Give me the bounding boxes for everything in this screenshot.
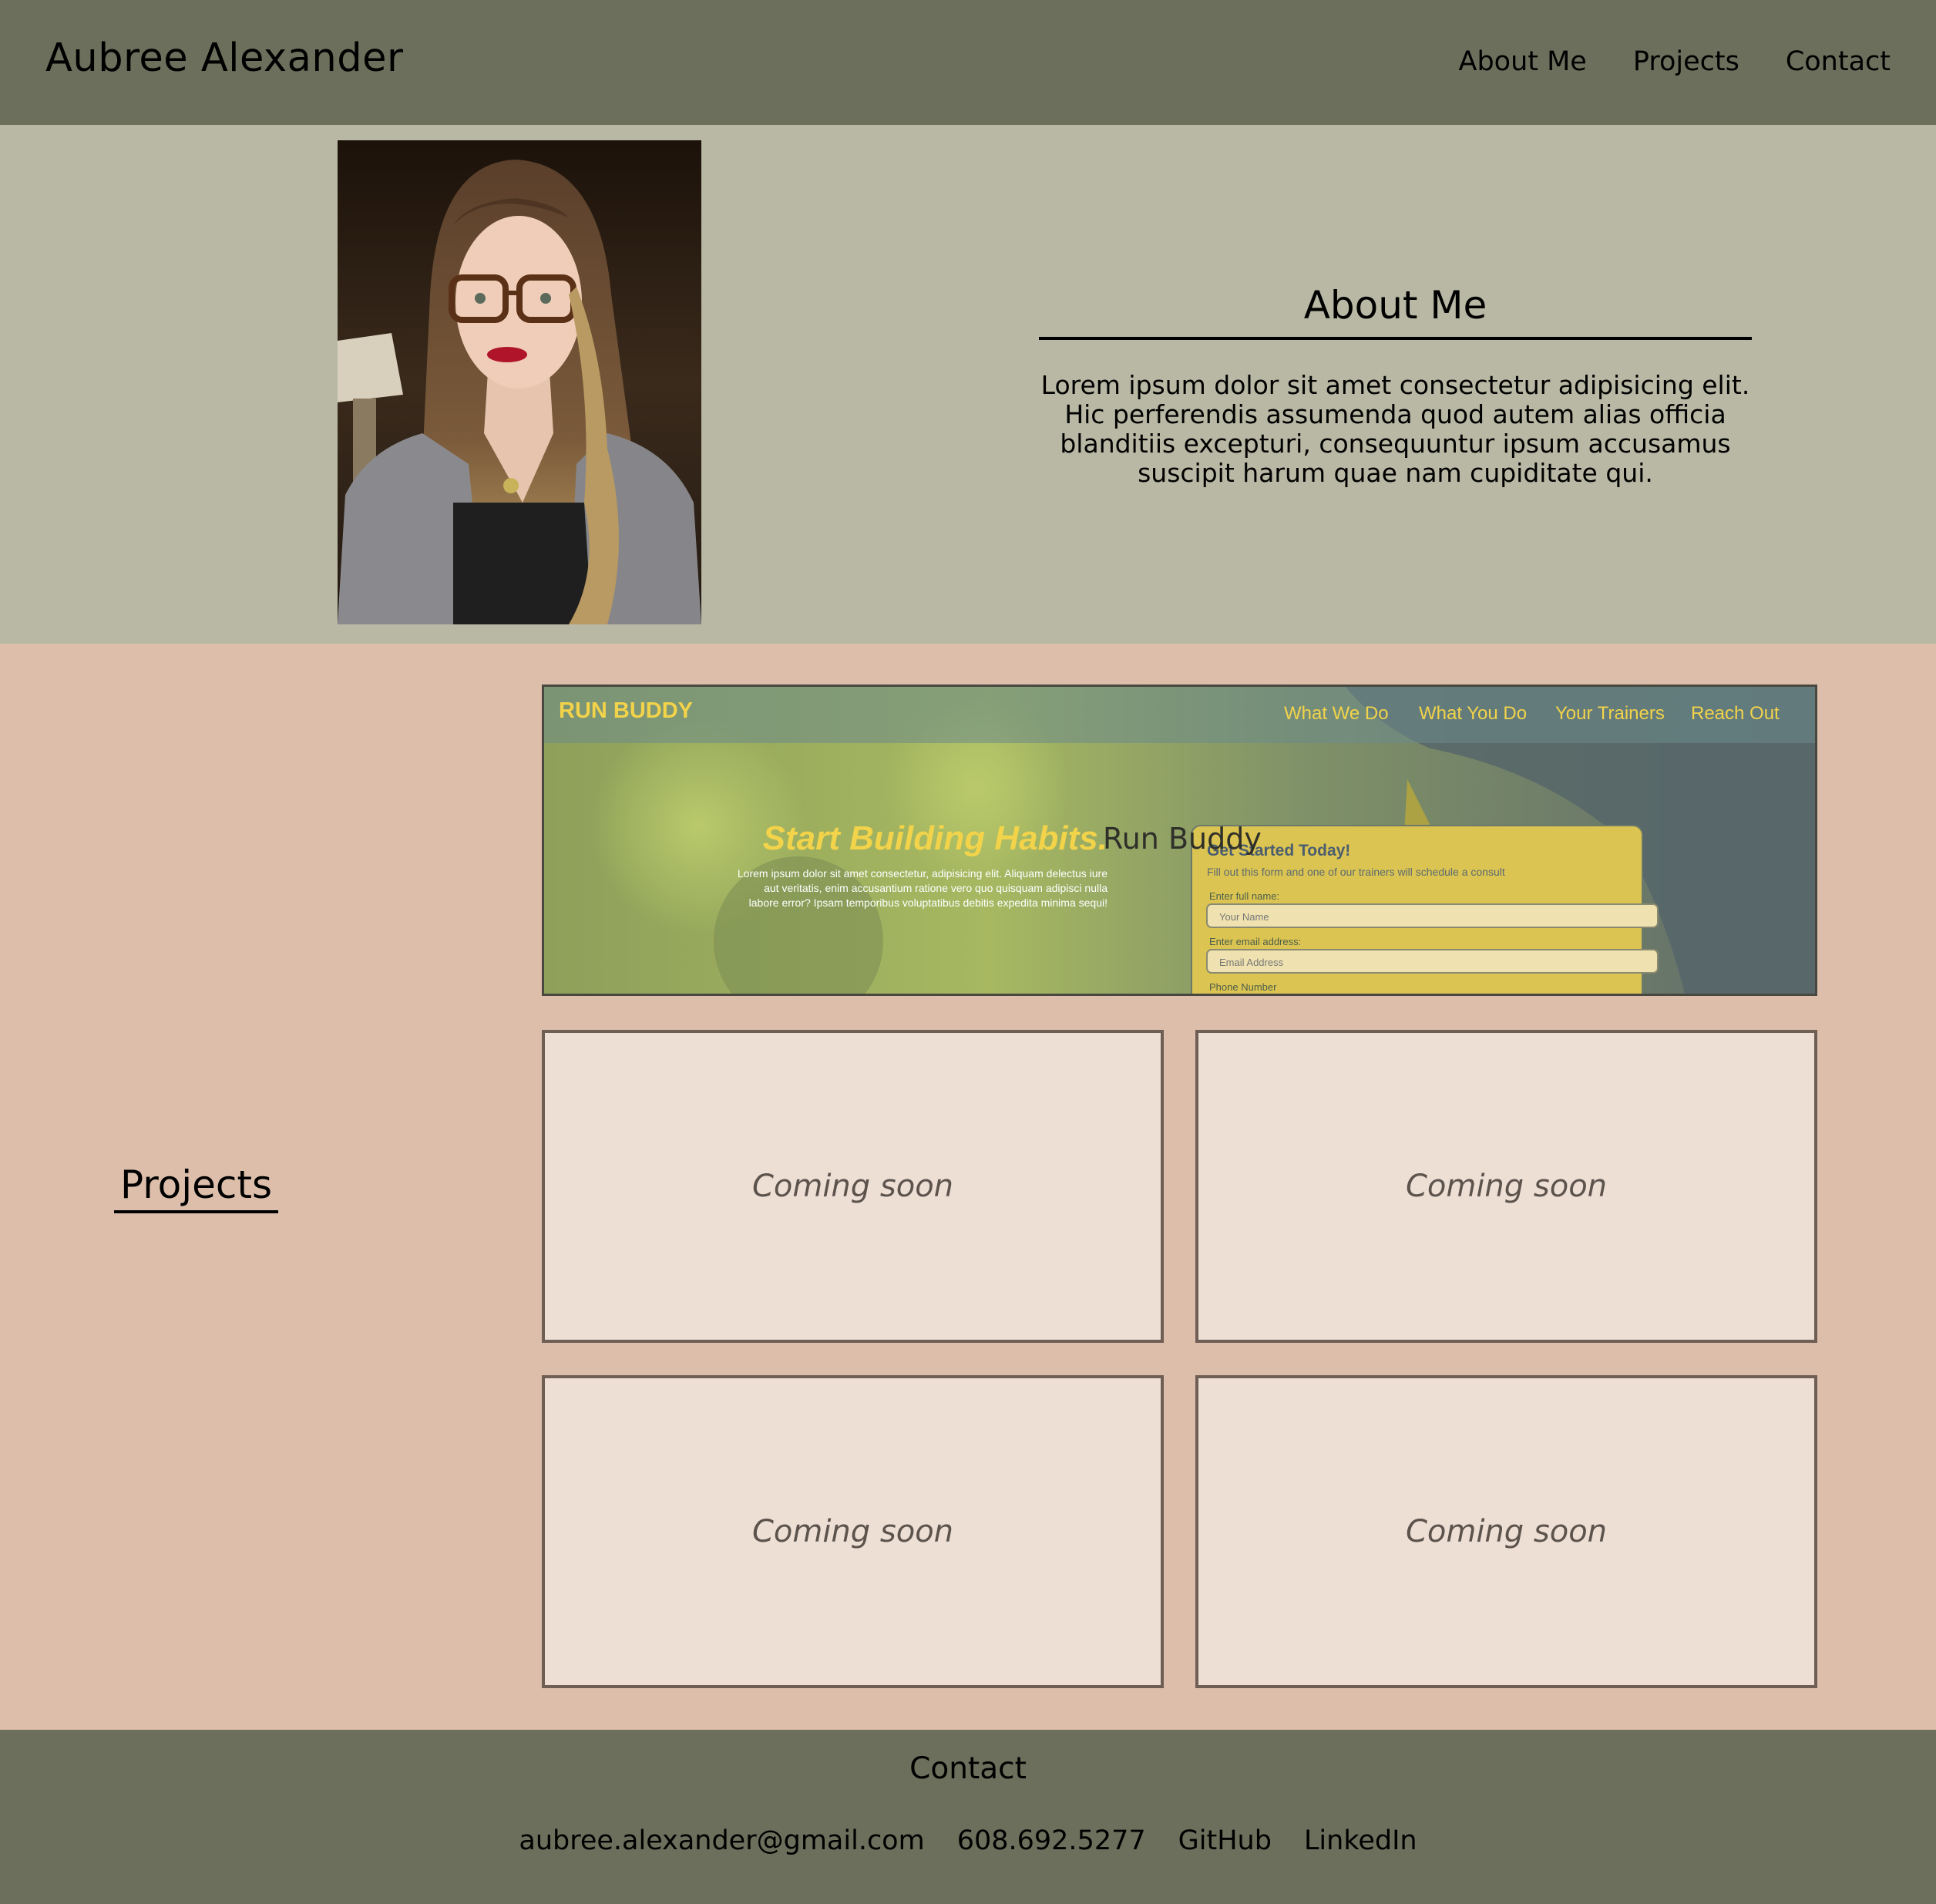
profile-photo-illustration [338,140,701,624]
nav-link-projects[interactable]: Projects [1633,46,1739,77]
project-card-label: Coming soon [751,1169,954,1204]
about-body: Lorem ipsum dolor sit amet consectetur a… [1040,370,1750,488]
rb-email-placeholder: Email Address [1219,957,1284,968]
projects-title: Projects [114,1162,278,1213]
rb-name-label: Enter full name: [1209,890,1279,902]
rb-nav-item: Your Trainers [1555,703,1665,724]
rb-nav-item: What You Do [1419,703,1527,724]
project-card[interactable]: Coming soon [1195,1375,1817,1688]
about-section: About Me Lorem ipsum dolor sit amet cons… [0,125,1936,644]
project-card-label: Coming soon [1405,1169,1608,1204]
site-name: Aubree Alexander [45,35,404,81]
project-card[interactable]: Coming soon [542,1375,1164,1688]
rb-email-label: Enter email address: [1209,936,1301,947]
featured-project-label: Run Buddy [1103,822,1262,856]
rb-blurb-line: labore error? Ipsam temporibus voluptati… [749,896,1107,909]
rb-blurb-line: aut veritatis, enim accusantium ratione … [764,882,1107,894]
rb-name-placeholder: Your Name [1219,911,1269,923]
about-text: About Me Lorem ipsum dolor sit amet cons… [1039,283,1752,488]
featured-project-run-buddy[interactable]: RUN BUDDY What We Do What You Do Your Tr… [542,685,1817,996]
rb-blurb-line: Lorem ipsum dolor sit amet consectetur, … [738,867,1107,880]
project-card-label: Coming soon [751,1514,954,1549]
phone-link[interactable]: 608.692.5277 [957,1825,1146,1856]
rb-form-subtitle: Fill out this form and one of our traine… [1207,866,1505,878]
project-card[interactable]: Coming soon [542,1030,1164,1343]
footer: Contact aubree.alexander@gmail.com 608.6… [0,1730,1936,1904]
rb-brand: RUN BUDDY [559,698,693,723]
project-card[interactable]: Coming soon [1195,1030,1817,1343]
rb-nav-item: What We Do [1284,703,1389,724]
site-header: Aubree Alexander About Me Projects Conta… [0,0,1936,125]
project-card-label: Coming soon [1405,1514,1608,1549]
nav-link-contact[interactable]: Contact [1786,46,1891,77]
email-link[interactable]: aubree.alexander@gmail.com [519,1825,924,1856]
linkedin-link[interactable]: LinkedIn [1304,1825,1417,1856]
main-nav: About Me Projects Contact [1459,46,1891,77]
github-link[interactable]: GitHub [1178,1825,1272,1856]
rb-phone-label: Phone Number [1209,981,1277,993]
run-buddy-screenshot: RUN BUDDY What We Do What You Do Your Tr… [544,687,1815,994]
rb-nav-item: Reach Out [1691,703,1780,724]
profile-photo [338,140,701,624]
footer-links: aubree.alexander@gmail.com 608.692.5277 … [0,1825,1936,1856]
about-title: About Me [1039,283,1752,340]
nav-link-about-me[interactable]: About Me [1459,46,1587,77]
rb-headline: Start Building Habits. [763,819,1107,857]
footer-title: Contact [909,1751,1027,1786]
